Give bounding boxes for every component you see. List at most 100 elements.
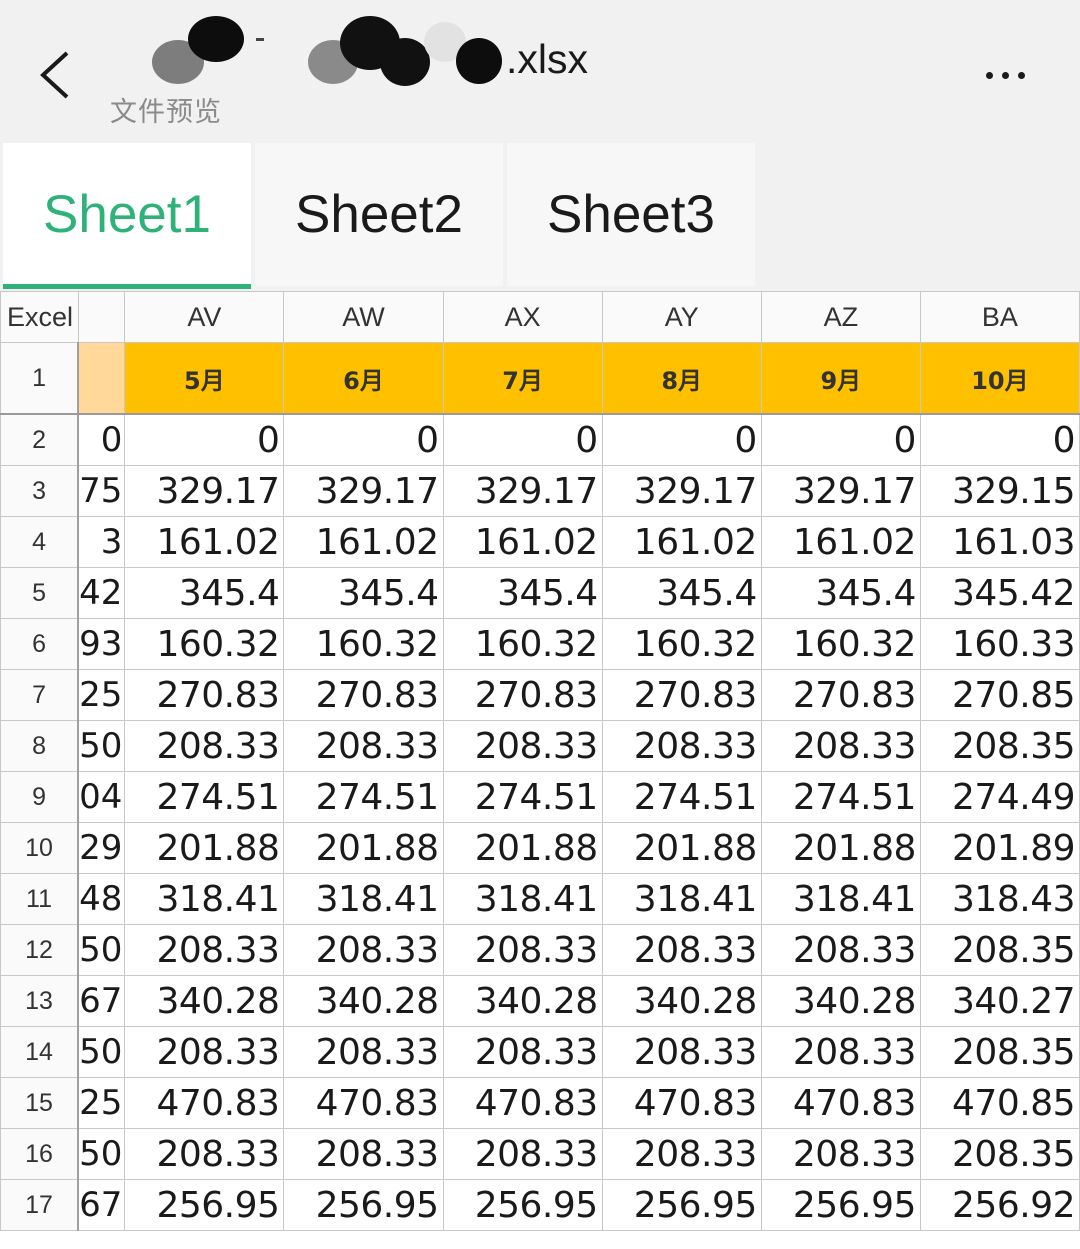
cell[interactable]: 329.17 xyxy=(601,465,762,517)
row-number[interactable]: 13 xyxy=(0,975,80,1027)
cell[interactable]: 0 xyxy=(124,413,285,466)
cell[interactable]: 42 xyxy=(77,567,126,619)
cell[interactable]: 160.32 xyxy=(760,618,921,670)
cell[interactable]: 04 xyxy=(77,771,126,823)
cell[interactable]: 9月 xyxy=(760,342,921,415)
cell[interactable]: 270.83 xyxy=(283,669,444,721)
row-number[interactable]: 3 xyxy=(0,465,80,517)
cell[interactable]: 7月 xyxy=(442,342,603,415)
cell[interactable]: 256.95 xyxy=(601,1179,762,1231)
cell[interactable]: 208.33 xyxy=(283,720,444,772)
cell[interactable]: 50 xyxy=(77,720,126,772)
cell[interactable]: 161.03 xyxy=(919,516,1080,568)
cell[interactable]: 270.83 xyxy=(124,669,285,721)
cell[interactable]: 256.95 xyxy=(124,1179,285,1231)
row-number[interactable]: 9 xyxy=(0,771,80,823)
cell[interactable]: 340.28 xyxy=(442,975,603,1027)
row-number[interactable]: 10 xyxy=(0,822,80,874)
cell[interactable]: 208.33 xyxy=(601,1026,762,1078)
cell[interactable]: 25 xyxy=(77,669,126,721)
row-number[interactable]: 4 xyxy=(0,516,80,568)
cell[interactable]: 50 xyxy=(77,1026,126,1078)
cell[interactable]: 318.43 xyxy=(919,873,1080,925)
cell[interactable]: 208.33 xyxy=(283,924,444,976)
cell[interactable]: 6月 xyxy=(283,342,444,415)
cell[interactable]: 329.17 xyxy=(283,465,444,517)
cell[interactable]: 274.51 xyxy=(124,771,285,823)
column-header[interactable]: AW xyxy=(283,291,444,343)
cell[interactable]: 5月 xyxy=(124,342,285,415)
column-header[interactable]: AZ xyxy=(760,291,921,343)
cell[interactable]: 0 xyxy=(283,413,444,466)
cell[interactable]: 329.15 xyxy=(919,465,1080,517)
cell[interactable]: 274.51 xyxy=(760,771,921,823)
cell[interactable]: 470.83 xyxy=(601,1077,762,1129)
row-number[interactable]: 5 xyxy=(0,567,80,619)
row-number[interactable]: 16 xyxy=(0,1128,80,1180)
cell[interactable]: 0 xyxy=(601,413,762,466)
cell[interactable]: 470.83 xyxy=(283,1077,444,1129)
cell[interactable]: 256.92 xyxy=(919,1179,1080,1231)
cell[interactable]: 208.33 xyxy=(760,924,921,976)
cell[interactable]: 29 xyxy=(77,822,126,874)
cell[interactable]: 0 xyxy=(442,413,603,466)
cell[interactable]: 208.33 xyxy=(601,924,762,976)
cell[interactable]: 160.32 xyxy=(442,618,603,670)
cell[interactable]: 340.28 xyxy=(760,975,921,1027)
cell[interactable]: 340.28 xyxy=(124,975,285,1027)
cell[interactable]: 3 xyxy=(77,516,126,568)
cell[interactable]: 274.51 xyxy=(442,771,603,823)
cell[interactable]: 208.33 xyxy=(601,1128,762,1180)
cell[interactable]: 201.88 xyxy=(442,822,603,874)
tab-sheet3[interactable]: Sheet3 xyxy=(507,143,755,286)
cell[interactable]: 208.33 xyxy=(124,1026,285,1078)
cell[interactable]: 75 xyxy=(77,465,126,517)
cell[interactable]: 345.4 xyxy=(283,567,444,619)
cell[interactable]: 50 xyxy=(77,1128,126,1180)
cell[interactable]: 208.33 xyxy=(124,924,285,976)
column-header[interactable]: AY xyxy=(601,291,762,343)
cell[interactable]: 318.41 xyxy=(442,873,603,925)
cell[interactable]: 318.41 xyxy=(601,873,762,925)
cell[interactable]: 318.41 xyxy=(124,873,285,925)
cell[interactable]: 208.33 xyxy=(442,1026,603,1078)
cell[interactable]: 0 xyxy=(77,413,126,466)
cell[interactable]: 201.88 xyxy=(124,822,285,874)
cell[interactable]: 201.88 xyxy=(601,822,762,874)
cell[interactable]: 8月 xyxy=(601,342,762,415)
cell[interactable]: 470.83 xyxy=(442,1077,603,1129)
cell[interactable]: 208.33 xyxy=(760,1026,921,1078)
cell[interactable]: 274.51 xyxy=(601,771,762,823)
column-header[interactable]: AV xyxy=(124,291,285,343)
more-button[interactable] xyxy=(970,55,1040,95)
tab-sheet1[interactable]: Sheet1 xyxy=(3,143,251,289)
row-number[interactable]: 14 xyxy=(0,1026,80,1078)
cell[interactable]: 345.4 xyxy=(760,567,921,619)
cell[interactable]: 160.32 xyxy=(601,618,762,670)
cell[interactable]: 50 xyxy=(77,924,126,976)
row-number[interactable]: 2 xyxy=(0,413,80,466)
cell[interactable]: 160.32 xyxy=(124,618,285,670)
cell[interactable]: 208.33 xyxy=(124,1128,285,1180)
row-number[interactable]: 8 xyxy=(0,720,80,772)
cell[interactable]: 345.4 xyxy=(124,567,285,619)
cell[interactable]: 208.35 xyxy=(919,1026,1080,1078)
back-button[interactable] xyxy=(30,45,80,105)
cell[interactable]: 161.02 xyxy=(124,516,285,568)
cell[interactable]: 345.42 xyxy=(919,567,1080,619)
cell[interactable]: 208.35 xyxy=(919,720,1080,772)
column-header[interactable]: BA xyxy=(919,291,1080,343)
row-number[interactable]: 1 xyxy=(0,342,80,415)
cell[interactable]: 161.02 xyxy=(442,516,603,568)
cell[interactable]: 270.83 xyxy=(442,669,603,721)
cell[interactable]: 340.28 xyxy=(601,975,762,1027)
cell[interactable]: 0 xyxy=(760,413,921,466)
cell[interactable]: 160.33 xyxy=(919,618,1080,670)
cell[interactable]: 0 xyxy=(919,413,1080,466)
cell[interactable]: 208.35 xyxy=(919,924,1080,976)
cell[interactable]: 201.89 xyxy=(919,822,1080,874)
cell[interactable]: 270.85 xyxy=(919,669,1080,721)
cell[interactable]: 161.02 xyxy=(760,516,921,568)
spreadsheet-grid[interactable]: Excel AV AW AX AY AZ BA 1 5月 6月 7月 8月 9月… xyxy=(0,291,1080,1249)
cell[interactable]: 208.33 xyxy=(442,924,603,976)
